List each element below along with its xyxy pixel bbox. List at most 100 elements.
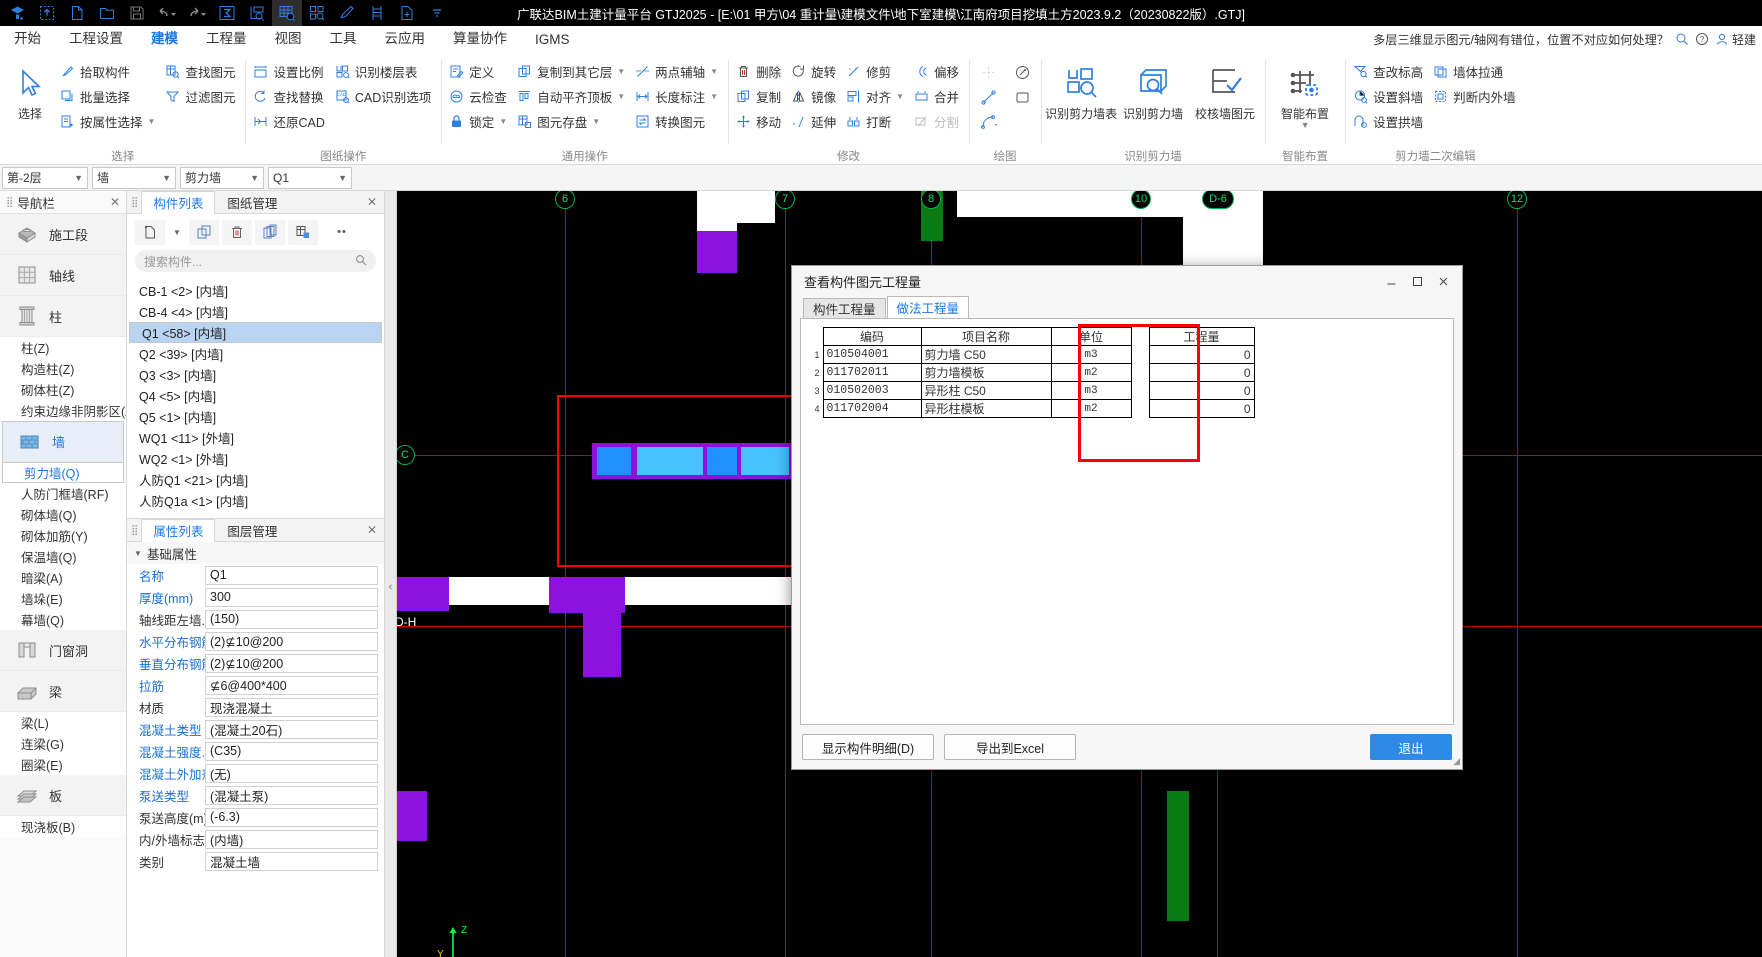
chevron-down-icon[interactable]: ▼ <box>896 92 904 101</box>
point-icon[interactable] <box>976 61 1000 83</box>
nav-item-masonry-wall[interactable]: 砌体墙(Q) <box>0 504 126 525</box>
delete-component-button[interactable] <box>222 219 252 245</box>
move-button[interactable]: 移动 <box>732 109 787 133</box>
list-item[interactable]: WQ2 <1> [外墙] <box>127 448 384 469</box>
table-row[interactable]: 4 011702004 异形柱模板 m2 0 <box>809 399 1255 418</box>
chevron-down-icon[interactable]: ▼ <box>74 173 83 183</box>
merge-button[interactable]: 合并 <box>910 84 965 108</box>
lock-button[interactable]: 锁定 ▼ <box>445 109 513 133</box>
menu-item-cloud-apps[interactable]: 云应用 <box>371 24 440 52</box>
circle-icon[interactable] <box>1010 61 1034 83</box>
property-value[interactable]: 300 <box>205 587 378 607</box>
open-folder-icon[interactable] <box>92 0 122 26</box>
arc-icon[interactable] <box>976 111 1000 133</box>
ladder-icon[interactable] <box>362 0 392 26</box>
nav-item-civil-defense-frame-wall[interactable]: 人防门框墙(RF) <box>0 483 126 504</box>
list-item[interactable]: 人防Q1a <1> [内墙] <box>127 490 384 511</box>
tab-method-quantity[interactable]: 做法工程量 <box>886 296 970 318</box>
nav-item-beam-l[interactable]: 梁(L) <box>0 712 126 733</box>
save-icon[interactable] <box>122 0 152 26</box>
nav-category-door-window[interactable]: 门窗洞 <box>0 630 126 671</box>
rotate-button[interactable]: 旋转 <box>787 59 842 83</box>
nav-item-masonry-reinforcement[interactable]: 砌体加筋(Y) <box>0 525 126 546</box>
check-elevation-button[interactable]: 查改标高 <box>1349 59 1429 83</box>
property-value[interactable]: (C35) <box>205 741 378 761</box>
chevron-down-icon[interactable]: ▼ <box>338 173 347 183</box>
nav-item-constrained-edge[interactable]: 约束边缘非阴影区(Z) <box>0 400 126 421</box>
find-replace-button[interactable]: 查找替换 <box>249 84 330 108</box>
nav-item-shear-wall[interactable]: 剪力墙(Q) <box>2 462 124 483</box>
check-wall-button[interactable]: 校核墙图元 <box>1189 57 1261 122</box>
list-item[interactable]: CB-4 <4> [内墙] <box>127 301 384 322</box>
list-item[interactable]: WQ1 <11> [外墙] <box>127 427 384 448</box>
nav-item-concealed-beam[interactable]: 暗梁(A) <box>0 567 126 588</box>
chevron-down-icon[interactable]: ▼ <box>617 67 625 76</box>
table-row[interactable]: 2 011702011 剪力墙模板 m2 0 <box>809 363 1255 382</box>
property-value[interactable]: 混凝土墙 <box>205 851 378 871</box>
edit-quantity-icon[interactable] <box>302 0 332 26</box>
minimize-icon[interactable] <box>1378 269 1404 293</box>
property-value[interactable]: Q1 <box>205 565 378 585</box>
smart-layout-button[interactable]: 智能布置 ▼ <box>1269 57 1341 130</box>
draw-more-icon[interactable] <box>1010 111 1034 133</box>
rect-icon[interactable] <box>1010 86 1034 108</box>
length-dimension-button[interactable]: 长度标注 ▼ <box>631 84 724 108</box>
hint-text[interactable]: 多层三维显示图元/轴网有错位，位置不对应如何处理？ <box>1373 30 1669 48</box>
menu-item-modeling[interactable]: 建模 <box>137 24 192 52</box>
view-report-icon[interactable] <box>242 0 272 26</box>
cad-viewport[interactable]: 6 7 8 10 D-6 12 C D-H Z X Y 查看构件图元工程量 <box>397 191 1762 957</box>
add-sheet-icon[interactable] <box>392 0 422 26</box>
chevron-down-icon[interactable]: ▼ <box>617 92 625 101</box>
menu-item-igms[interactable]: IGMS <box>521 29 584 52</box>
element-save-button[interactable]: 图元存盘 ▼ <box>513 109 631 133</box>
search-component-input[interactable]: 搜索构件... <box>135 250 376 272</box>
two-point-aux-axis-button[interactable]: 两点辅轴 ▼ <box>631 59 724 83</box>
new-file-icon[interactable] <box>62 0 92 26</box>
cad-identify-options-button[interactable]: CAD CAD识别选项 <box>331 84 437 108</box>
more-button[interactable]: •• <box>327 220 357 245</box>
pen-icon[interactable] <box>332 0 362 26</box>
list-item-selected[interactable]: Q1 <58> [内墙] <box>129 322 382 343</box>
more-icon[interactable] <box>422 0 452 26</box>
copy-component-button[interactable] <box>189 219 219 245</box>
user-account-chip[interactable]: 轻建 <box>1715 31 1756 48</box>
property-value[interactable]: (混凝土泵) <box>205 785 378 805</box>
chevron-down-icon[interactable]: ▼ <box>162 173 171 183</box>
open-project-icon[interactable] <box>32 0 62 26</box>
chevron-down-icon[interactable]: ▼ <box>499 117 507 126</box>
tab-component-list[interactable]: 构件列表 <box>141 191 216 214</box>
close-icon[interactable]: ✕ <box>360 191 384 213</box>
nav-category-beam[interactable]: 梁 <box>0 671 126 712</box>
chevron-down-icon[interactable]: ▼ <box>710 67 718 76</box>
property-value[interactable]: (-6.3) <box>205 807 378 827</box>
redo-icon[interactable] <box>182 0 212 26</box>
auto-align-top-slab-button[interactable]: 自动平齐顶板 ▼ <box>513 84 631 108</box>
undo-icon[interactable] <box>152 0 182 26</box>
nav-item-insulation-wall[interactable]: 保温墙(Q) <box>0 546 126 567</box>
list-item[interactable]: Q5 <1> [内墙] <box>127 406 384 427</box>
drag-grip-icon[interactable]: ⣿ <box>127 191 141 213</box>
save-component-button[interactable] <box>288 219 318 245</box>
batch-select-button[interactable]: 批量选择 <box>56 84 161 108</box>
sum-icon[interactable] <box>212 0 242 26</box>
list-item[interactable]: 人防Q1 <21> [内墙] <box>127 469 384 490</box>
property-value[interactable]: (150) <box>205 609 378 629</box>
align-button[interactable]: 对齐 ▼ <box>842 84 910 108</box>
tab-drawing-management[interactable]: 图纸管理 <box>215 191 289 213</box>
identify-shearwall-button[interactable]: 识别剪力墙 <box>1117 57 1189 122</box>
duplicate-component-button[interactable] <box>255 219 285 245</box>
extend-button[interactable]: 延伸 <box>787 109 842 133</box>
nav-item-structural-column[interactable]: 构造柱(Z) <box>0 358 126 379</box>
nav-item-cast-in-place-slab[interactable]: 现浇板(B) <box>0 816 126 837</box>
menu-item-start[interactable]: 开始 <box>0 24 55 52</box>
find-element-button[interactable]: 查找图元 <box>161 59 241 83</box>
nav-item-curtain-wall[interactable]: 幕墙(Q) <box>0 609 126 630</box>
list-item[interactable]: CB-1 <2> [内墙] <box>127 280 384 301</box>
chevron-down-icon[interactable]: ▼ <box>710 92 718 101</box>
search-icon[interactable] <box>355 254 367 269</box>
property-section-header[interactable]: ▼ 基础属性 <box>127 542 384 564</box>
table-row[interactable]: 3 010502003 异形柱 C50 m3 0 <box>809 381 1255 400</box>
restore-cad-button[interactable]: 还原CAD <box>249 109 330 133</box>
new-component-dropdown[interactable]: ▼ <box>168 220 186 245</box>
property-value[interactable]: (2)⊈10@200 <box>205 653 378 673</box>
